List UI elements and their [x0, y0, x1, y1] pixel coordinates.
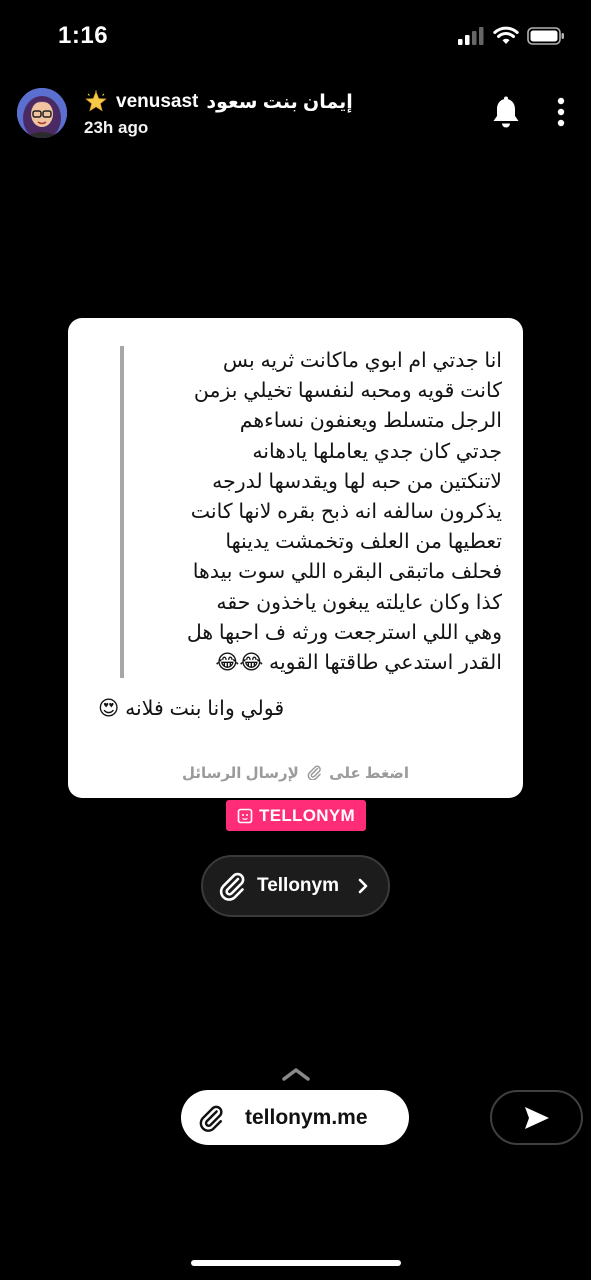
paperclip-icon: [199, 1105, 223, 1132]
tellonym-logo-icon: [237, 808, 253, 823]
message-card[interactable]: انا جدتي ام ابوي ماكانت ثريه بس كانت قوي…: [68, 318, 523, 798]
quote-line: الرجل متسلط ويعنفون نساءهم: [239, 409, 502, 433]
tellonym-link-label: Tellonym: [257, 875, 339, 896]
posted-time: 23h ago: [84, 118, 149, 137]
username[interactable]: venusast: [116, 91, 198, 113]
chevron-right-icon: [358, 878, 368, 894]
paperclip-icon: [307, 765, 321, 780]
chevron-up-icon[interactable]: [281, 1066, 311, 1082]
quote-line: تعطيها من العلف وتخمشت يدينها: [225, 530, 502, 554]
username-row[interactable]: venusast إيمان بنت سعود: [84, 90, 353, 114]
attached-link-label: tellonym.me: [245, 1105, 368, 1129]
brand-label: TELLONYM: [259, 805, 355, 825]
story-header: venusast إيمان بنت سعود 23h ago: [0, 84, 591, 144]
wifi-icon: [493, 26, 519, 44]
story-meta: venusast إيمان بنت سعود 23h ago: [84, 90, 353, 138]
signal-icon: [458, 27, 484, 45]
send-button[interactable]: [490, 1090, 583, 1145]
bell-icon[interactable]: [490, 96, 522, 130]
footer-text-before: اضغط على: [329, 765, 410, 782]
reply-text: قولي وانا بنت فلانه 😍: [98, 697, 285, 720]
quote-line: جدتي كان جدي يعاملها يادهانه: [252, 439, 502, 463]
quote-line: وهي اللي استرجعت ورثه ف احبها هل: [186, 620, 502, 644]
tellonym-brand-badge: TELLONYM: [226, 800, 366, 831]
footer-text-after: لإرسال الرسائل: [181, 765, 299, 782]
paperclip-icon: [219, 872, 245, 901]
quote-line: لاتنكتين من حبه لها ويقدسها لدرجه: [212, 469, 502, 493]
quote-line: يذكرون سالفه انه ذبح بقره لانها كانت: [190, 500, 502, 524]
star-icon: [85, 90, 107, 112]
quote-line: القدر استدعي طاقتها القويه 😂😂: [215, 651, 502, 675]
status-bar: 1:16: [0, 0, 591, 76]
avatar[interactable]: [17, 88, 67, 138]
status-time: 1:16: [58, 22, 109, 49]
attached-link-pill[interactable]: tellonym.me: [181, 1090, 409, 1145]
battery-icon: [527, 27, 564, 45]
quote-line: كانت قويه ومحبه لنفسها تخيلي بزمن: [193, 379, 502, 403]
tellonym-link-button[interactable]: Tellonym: [201, 855, 390, 917]
quoted-message: انا جدتي ام ابوي ماكانت ثريه بس كانت قوي…: [120, 346, 502, 679]
quote-line: كذا وكان عايلته يبغون ياخذون حقه: [216, 590, 502, 614]
home-indicator[interactable]: [191, 1260, 401, 1266]
send-icon: [524, 1106, 549, 1129]
card-footer: اضغط على لإرسال الرسائل: [68, 764, 523, 782]
quote-line: فحلف ماتبقى البقره اللي سوت بيدها: [192, 560, 502, 584]
display-name[interactable]: إيمان بنت سعود: [206, 91, 352, 114]
more-icon[interactable]: [553, 96, 569, 130]
quote-line: انا جدتي ام ابوي ماكانت ثريه بس: [222, 349, 502, 372]
